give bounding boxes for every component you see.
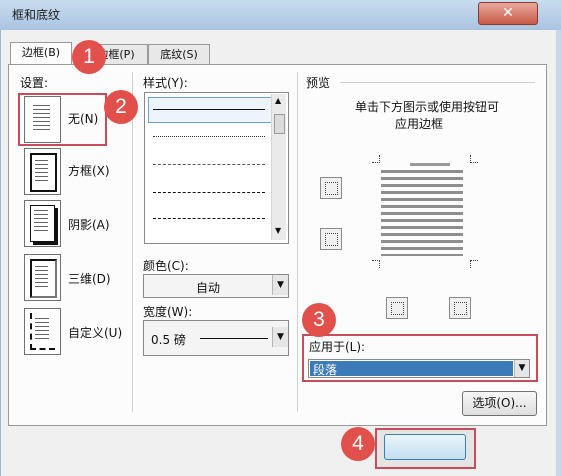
color-dropdown-icon[interactable]: ▼ xyxy=(272,275,288,295)
scroll-thumb[interactable] xyxy=(274,114,285,134)
width-dropdown-icon[interactable]: ▼ xyxy=(272,327,288,347)
right-border-button[interactable] xyxy=(449,297,471,319)
setting-none-icon[interactable] xyxy=(24,96,61,143)
title-bar: 框和底纹 ✕ xyxy=(0,0,561,31)
preview-hint-line1: 单击下方图示或使用按钮可 xyxy=(355,100,500,114)
step-marker-4: 4 xyxy=(341,427,375,461)
preview-corner-br xyxy=(470,260,478,268)
style-scrollbar[interactable]: ▲ ▼ xyxy=(271,94,286,240)
setting-box-icon[interactable] xyxy=(24,148,61,195)
preview-corner-tr xyxy=(470,155,478,163)
setting-custom-label[interactable]: 自定义(U) xyxy=(68,324,122,341)
setting-3d-icon[interactable] xyxy=(24,254,61,301)
setting-none-label[interactable]: 无(N) xyxy=(68,110,98,127)
step-marker-2: 2 xyxy=(104,90,138,124)
preview-page[interactable] xyxy=(381,170,463,256)
left-border-button[interactable] xyxy=(386,297,408,319)
tab-shading[interactable]: 底纹(S) xyxy=(148,44,210,65)
apply-to-selection xyxy=(310,361,513,376)
preview-hint-line2: 应用边框 xyxy=(395,117,444,131)
top-border-button[interactable] xyxy=(320,177,342,199)
preview-corner-tl xyxy=(372,155,380,163)
style-list[interactable] xyxy=(144,92,289,244)
close-window-button[interactable]: ✕ xyxy=(478,2,538,25)
apply-to-label: 应用于(L): xyxy=(309,340,366,354)
options-button[interactable]: 选项(O)... xyxy=(462,391,537,416)
apply-to-dropdown-icon[interactable]: ▼ xyxy=(514,360,529,377)
apply-to-value: 段落 xyxy=(313,363,338,377)
style-option-solid[interactable] xyxy=(153,109,265,110)
width-value: 0.5 磅 xyxy=(151,333,186,347)
preview-corner-bl xyxy=(372,260,380,268)
preview-rule xyxy=(340,82,535,83)
scroll-up-icon[interactable]: ▲ xyxy=(275,96,281,105)
apply-to-select[interactable]: 段落 ▼ xyxy=(308,359,530,378)
settings-label: 设置: xyxy=(20,76,49,90)
separator-left xyxy=(132,72,133,412)
preview-label: 预览 xyxy=(306,76,331,90)
width-label: 宽度(W): xyxy=(143,305,193,319)
tab-borders[interactable]: 边框(B) xyxy=(10,42,72,66)
setting-box-label[interactable]: 方框(X) xyxy=(68,162,110,179)
setting-shadow-label[interactable]: 阴影(A) xyxy=(68,216,110,233)
color-select[interactable]: 自动 ▼ xyxy=(143,274,289,298)
color-value: 自动 xyxy=(196,281,221,295)
style-option-dashed[interactable] xyxy=(153,192,265,193)
style-option-dash-dot[interactable] xyxy=(153,218,265,219)
color-label: 颜色(C): xyxy=(143,259,189,273)
separator-right xyxy=(297,72,298,412)
preview-first-line xyxy=(410,163,450,166)
ok-button[interactable] xyxy=(384,434,466,460)
middle-border-button[interactable] xyxy=(320,228,342,250)
setting-3d-label[interactable]: 三维(D) xyxy=(68,270,111,287)
style-selected-highlight xyxy=(148,97,272,123)
setting-shadow-icon[interactable] xyxy=(24,200,61,247)
scroll-down-icon[interactable]: ▼ xyxy=(275,226,281,235)
window-title: 框和底纹 xyxy=(12,8,61,22)
step-marker-1: 1 xyxy=(72,40,106,74)
style-label: 样式(Y): xyxy=(143,76,188,90)
width-select[interactable]: 0.5 磅 ▼ xyxy=(143,320,289,356)
style-option-fine-dashed[interactable] xyxy=(153,164,265,165)
width-line-sample xyxy=(200,338,268,339)
setting-custom-icon[interactable] xyxy=(24,308,61,355)
step-marker-3: 3 xyxy=(302,303,336,337)
style-option-dotted[interactable] xyxy=(153,136,265,137)
